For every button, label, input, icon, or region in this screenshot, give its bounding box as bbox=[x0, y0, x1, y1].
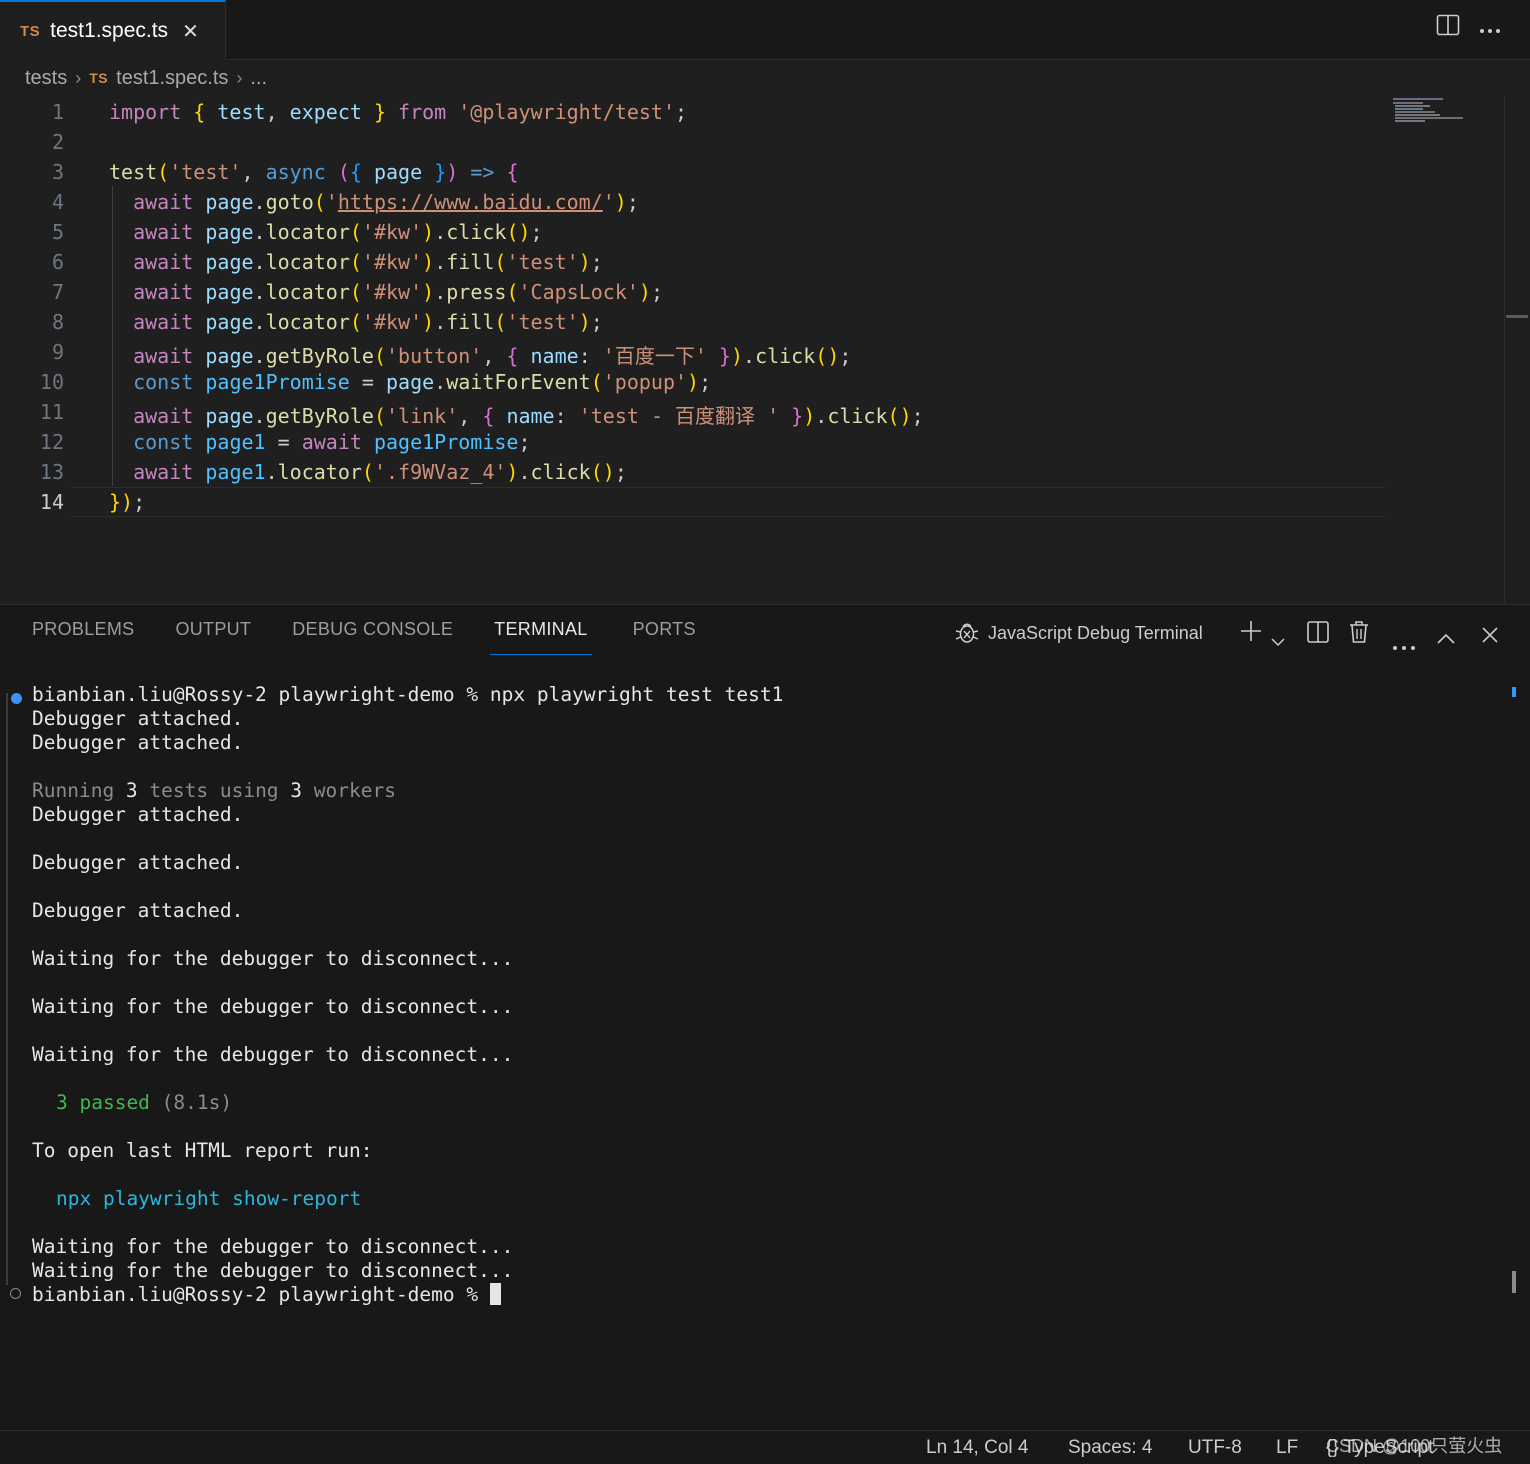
terminal-line: Waiting for the debugger to disconnect..… bbox=[32, 947, 514, 970]
terminal-line: 3 passed (8.1s) bbox=[56, 1091, 232, 1114]
line-number: 10 bbox=[39, 370, 64, 394]
passed-count: 3 passed bbox=[56, 1091, 150, 1114]
line-number: 7 bbox=[51, 280, 64, 304]
tab-terminal[interactable]: TERMINAL bbox=[490, 619, 592, 655]
typescript-file-icon: TS bbox=[89, 70, 109, 86]
encoding[interactable]: UTF-8 bbox=[1188, 1437, 1242, 1459]
terminal-output[interactable]: bianbian.liu@Rossy-2 playwright-demo % n… bbox=[0, 679, 1516, 1419]
terminal-line: To open last HTML report run: bbox=[32, 1139, 373, 1162]
tab-problems[interactable]: PROBLEMS bbox=[32, 619, 134, 655]
line-number: 13 bbox=[39, 460, 64, 484]
tab-title: test1.spec.ts bbox=[50, 19, 169, 42]
trash-icon[interactable] bbox=[1349, 620, 1369, 650]
chevron-right-icon: › bbox=[75, 67, 82, 88]
command-success-decoration[interactable] bbox=[11, 693, 22, 704]
line-number: 9 bbox=[51, 340, 64, 364]
terminal-line: Debugger attached. bbox=[32, 851, 244, 874]
code-line: const page1Promise = page.waitForEvent('… bbox=[133, 370, 712, 394]
duration: (8.1s) bbox=[161, 1091, 233, 1114]
chevron-up-icon[interactable] bbox=[1437, 625, 1455, 651]
close-icon[interactable]: ✕ bbox=[182, 19, 199, 44]
terminal-line: Debugger attached. bbox=[32, 803, 244, 826]
terminal-line: Debugger attached. bbox=[32, 707, 244, 730]
command-decoration-bar bbox=[6, 693, 8, 1285]
chevron-right-icon: › bbox=[236, 67, 243, 88]
terminal-line: Running 3 tests using 3 workers bbox=[32, 779, 396, 802]
line-number: 6 bbox=[51, 250, 64, 274]
tab-ports[interactable]: PORTS bbox=[633, 619, 696, 655]
code-line: await page.goto('https://www.baidu.com/'… bbox=[133, 190, 639, 214]
line-number: 3 bbox=[51, 160, 64, 184]
line-number: 12 bbox=[39, 430, 64, 454]
code-line: const page1 = await page1Promise; bbox=[133, 430, 531, 454]
tab-output[interactable]: OUTPUT bbox=[175, 619, 251, 655]
terminal-line: Waiting for the debugger to disconnect..… bbox=[32, 1259, 514, 1282]
tab-debug-console[interactable]: DEBUG CONSOLE bbox=[292, 619, 453, 655]
tab-test1-spec-ts[interactable]: TS test1.spec.ts ✕ bbox=[0, 0, 226, 60]
current-line-highlight bbox=[70, 487, 1385, 517]
breadcrumb-file[interactable]: test1.spec.ts bbox=[116, 67, 228, 90]
line-number: 2 bbox=[51, 130, 64, 154]
terminal-line: Waiting for the debugger to disconnect..… bbox=[32, 1235, 514, 1258]
cursor-position[interactable]: Ln 14, Col 4 bbox=[926, 1437, 1028, 1459]
line-number: 14 bbox=[39, 490, 64, 514]
editor-tab-bar: TS test1.spec.ts ✕ bbox=[0, 0, 1530, 60]
line-number: 11 bbox=[39, 400, 64, 424]
overview-ruler-cursor bbox=[1506, 315, 1528, 318]
chevron-down-icon[interactable] bbox=[1271, 627, 1285, 653]
code-line: await page.locator('#kw').press('CapsLoc… bbox=[133, 280, 664, 304]
terminal-line: bianbian.liu@Rossy-2 playwright-demo % n… bbox=[32, 683, 784, 706]
watermark: CSDN @100只萤火虫 bbox=[1326, 1436, 1503, 1456]
terminal-scrollbar-thumb[interactable] bbox=[1512, 1271, 1516, 1293]
more-icon[interactable] bbox=[1478, 18, 1502, 41]
editor-scrollbar-track[interactable] bbox=[1504, 96, 1505, 604]
code-line: await page.locator('#kw').fill('test'); bbox=[133, 310, 603, 334]
plus-icon[interactable] bbox=[1240, 620, 1262, 648]
split-editor-icon[interactable] bbox=[1436, 14, 1460, 42]
code-line: await page1.locator('.f9WVaz_4').click()… bbox=[133, 460, 627, 484]
code-line: await page.getByRole('button', { name: '… bbox=[133, 344, 852, 368]
breadcrumb: tests › TS test1.spec.ts › ... bbox=[0, 62, 1500, 94]
code-editor[interactable]: 1 2 3 4 5 6 7 8 9 10 11 12 13 14 import { test, expec… bbox=[0, 96, 1504, 604]
terminal-line: Debugger attached. bbox=[32, 731, 244, 754]
terminal-cursor bbox=[489, 1283, 501, 1305]
split-terminal-icon[interactable] bbox=[1307, 621, 1329, 649]
scrollbar-marker bbox=[1512, 687, 1516, 697]
bottom-panel: PROBLEMS OUTPUT DEBUG CONSOLE TERMINAL P… bbox=[0, 604, 1530, 1430]
code-line: test('test', async ({ page }) => { bbox=[109, 160, 519, 184]
terminal-command: npx playwright test test1 bbox=[489, 683, 784, 706]
indentation[interactable]: Spaces: 4 bbox=[1068, 1437, 1153, 1459]
breadcrumb-folder[interactable]: tests bbox=[25, 67, 67, 90]
line-number: 5 bbox=[51, 220, 64, 244]
terminal-line: Debugger attached. bbox=[32, 899, 244, 922]
code-line: }); bbox=[109, 490, 146, 514]
line-number: 8 bbox=[51, 310, 64, 334]
end-of-line[interactable]: LF bbox=[1276, 1437, 1298, 1459]
more-icon[interactable] bbox=[1392, 631, 1416, 657]
line-number: 1 bbox=[51, 100, 64, 124]
report-command[interactable]: npx playwright show-report bbox=[56, 1187, 361, 1210]
terminal-line: Waiting for the debugger to disconnect..… bbox=[32, 1043, 514, 1066]
breadcrumb-more[interactable]: ... bbox=[250, 67, 267, 90]
line-number: 4 bbox=[51, 190, 64, 214]
status-bar: Ln 14, Col 4 Spaces: 4 UTF-8 LF {} TypeS… bbox=[0, 1430, 1530, 1464]
terminal-name[interactable]: JavaScript Debug Terminal bbox=[988, 623, 1203, 644]
code-line: await page.getByRole('link', { name: 'te… bbox=[133, 404, 924, 428]
code-line: import { test, expect } from '@playwrigh… bbox=[109, 100, 688, 124]
close-icon[interactable] bbox=[1481, 624, 1499, 650]
typescript-file-icon: TS bbox=[20, 22, 41, 40]
debug-icon bbox=[955, 620, 979, 652]
panel-tabs: PROBLEMS OUTPUT DEBUG CONSOLE TERMINAL P… bbox=[32, 619, 737, 655]
command-idle-decoration bbox=[10, 1288, 21, 1299]
terminal-prompt-line: bianbian.liu@Rossy-2 playwright-demo % bbox=[32, 1283, 501, 1306]
terminal-line: Waiting for the debugger to disconnect..… bbox=[32, 995, 514, 1018]
code-line: await page.locator('#kw').fill('test'); bbox=[133, 250, 603, 274]
code-line: await page.locator('#kw').click(); bbox=[133, 220, 543, 244]
minimap[interactable] bbox=[1393, 98, 1463, 124]
